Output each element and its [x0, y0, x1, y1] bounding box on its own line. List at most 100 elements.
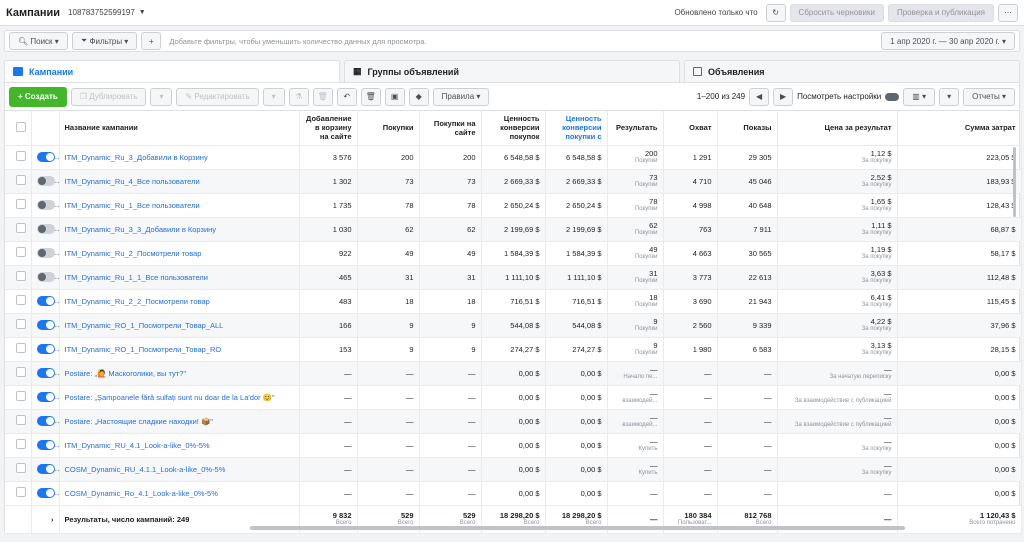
table-row[interactable]: Postare: „Настоящие сладкие находки! 📦" —…	[5, 409, 1022, 434]
filter-hint[interactable]: Добавьте фильтры, чтобы уменьшить количе…	[169, 37, 426, 46]
table-row[interactable]: ITM_Dynamic_Ru_2_Посмотрели товар 922 49 49…	[5, 241, 1022, 266]
col-purchases[interactable]: Покупки	[357, 111, 420, 146]
reset-drafts-button[interactable]: Сбросить черновики	[789, 3, 884, 22]
campaign-toggle[interactable]	[36, 272, 55, 282]
row-checkbox[interactable]	[15, 151, 26, 161]
row-checkbox[interactable]	[15, 343, 26, 353]
col-purchase-conv-value-sorted[interactable]: Ценность конверсии покупки с	[545, 111, 608, 146]
campaign-toggle[interactable]	[36, 224, 55, 234]
campaign-name[interactable]: ITM_Dynamic_RU_4.1_Look-a-like_0%-5%	[59, 433, 300, 458]
campaign-name[interactable]: ITM_Dynamic_Ru_1_1_Все пользователи	[59, 265, 300, 290]
campaign-toggle[interactable]	[36, 464, 55, 474]
table-row[interactable]: COSM_Dynamic_RU_4.1.1_Look-a-like_0%-5% —…	[5, 457, 1022, 482]
duplicate-button[interactable]: ❐ Дублировать	[70, 87, 147, 106]
table-row[interactable]: Postare: „🙋 Маскоголики, вы тут?" — — —0,00…	[5, 361, 1022, 386]
ab-test-button[interactable]: ⚗	[288, 87, 309, 106]
row-checkbox[interactable]	[15, 367, 26, 377]
account-selector[interactable]: 108783752599197	[68, 8, 135, 17]
horizontal-scrollbar[interactable]	[250, 526, 905, 530]
tab-campaigns[interactable]: Кампании	[4, 60, 340, 82]
row-checkbox[interactable]	[15, 439, 26, 449]
campaign-name[interactable]: ITM_Dynamic_Ru_3_3_Добавили в Корзину	[59, 217, 300, 242]
campaign-toggle[interactable]	[36, 296, 55, 306]
add-filter-button[interactable]: +	[141, 32, 162, 50]
breakdown-button[interactable]: ▾	[939, 87, 960, 106]
delete-button[interactable]: 🗑︎	[312, 87, 333, 106]
row-checkbox[interactable]	[15, 199, 26, 209]
table-row[interactable]: ITM_Dynamic_Ru_1_Все пользователи 1 735 78…	[5, 193, 1022, 218]
edit-button[interactable]: ✎ Редактировать	[176, 87, 259, 106]
create-button[interactable]: + Создать	[9, 86, 67, 107]
chevron-down-icon[interactable]: ▼	[139, 9, 146, 16]
campaign-toggle[interactable]	[36, 488, 55, 498]
review-publish-button[interactable]: Проверка и публикация	[887, 3, 994, 22]
duplicate-dropdown[interactable]: ▾	[150, 87, 173, 106]
table-row[interactable]: ITM_Dynamic_Ru_4_Все пользователи 1 302 73…	[5, 169, 1022, 194]
campaign-toggle[interactable]	[36, 392, 55, 402]
table-row[interactable]: ITM_Dynamic_RO_1_Посмотрели_Товар_ALL 166…	[5, 313, 1022, 338]
campaign-toggle[interactable]	[36, 440, 55, 450]
row-checkbox[interactable]	[15, 391, 26, 401]
table-row[interactable]: ITM_Dynamic_Ru_1_1_Все пользователи 465 31…	[5, 265, 1022, 290]
campaign-name[interactable]: COSM_Dynamic_RU_4.1.1_Look-a-like_0%-5%	[59, 457, 300, 482]
campaign-toggle[interactable]	[36, 248, 55, 258]
refresh-button[interactable]: ↻	[765, 3, 786, 22]
more-button[interactable]: ⋯	[998, 3, 1018, 22]
table-row[interactable]: ITM_Dynamic_Ru_3_Добавили в Корзину 3 576…	[5, 145, 1022, 170]
col-campaign-name[interactable]: Название кампании	[59, 111, 300, 146]
col-add-to-cart[interactable]: Добавление в корзину на сайте	[299, 111, 358, 146]
row-checkbox[interactable]	[15, 415, 26, 425]
row-checkbox[interactable]	[15, 271, 26, 281]
row-checkbox[interactable]	[15, 463, 26, 473]
row-checkbox[interactable]	[15, 487, 26, 497]
campaign-name[interactable]: ITM_Dynamic_Ru_1_Все пользователи	[59, 193, 300, 218]
campaign-name[interactable]: Postare: „Настоящие сладкие находки! 📦"	[59, 409, 300, 434]
campaign-name[interactable]: ITM_Dynamic_Ru_2_2_Посмотрели товар	[59, 289, 300, 314]
campaign-name[interactable]: COSM_Dynamic_Ro_4.1_Look-a-like_0%-5%	[59, 481, 300, 506]
campaign-name[interactable]: Postare: „🙋 Маскоголики, вы тут?"	[59, 361, 300, 386]
table-row[interactable]: COSM_Dynamic_Ro_4.1_Look-a-like_0%-5% — — —…	[5, 481, 1022, 506]
campaign-toggle[interactable]	[36, 176, 55, 186]
row-checkbox[interactable]	[15, 175, 26, 185]
reports-button[interactable]: Отчеты ▾	[963, 87, 1015, 106]
col-results[interactable]: Результать	[607, 111, 664, 146]
campaign-toggle[interactable]	[36, 320, 55, 330]
campaign-toggle[interactable]	[36, 368, 55, 378]
tag-button[interactable]: ◆	[408, 87, 429, 106]
columns-button[interactable]: ▥ ▾	[903, 87, 936, 106]
col-purchase-conv-value[interactable]: Ценность конверсии покупок	[481, 111, 546, 146]
campaign-name[interactable]: Postare: „Șampoanele fără sulfați sunt n…	[59, 385, 300, 410]
col-reach[interactable]: Охват	[663, 111, 718, 146]
row-checkbox[interactable]	[15, 223, 26, 233]
table-row[interactable]: ITM_Dynamic_Ru_2_2_Посмотрели товар 483 18…	[5, 289, 1022, 314]
select-all-checkbox[interactable]	[15, 121, 26, 132]
tab-ad-sets[interactable]: ▦ Группы объявлений	[344, 60, 680, 82]
col-amount-spent[interactable]: Сумма затрат	[897, 111, 1022, 146]
view-settings-toggle[interactable]	[885, 92, 900, 101]
tab-ads[interactable]: Объявления	[684, 60, 1020, 82]
col-cost-per-result[interactable]: Цена за результат	[777, 111, 898, 146]
campaign-name[interactable]: ITM_Dynamic_Ru_4_Все пользователи	[59, 169, 300, 194]
search-button[interactable]: 🔍︎ Поиск ▾	[9, 32, 68, 50]
undo-button[interactable]: ↶	[336, 87, 357, 106]
row-checkbox[interactable]	[15, 319, 26, 329]
campaign-toggle[interactable]	[36, 344, 55, 354]
table-row[interactable]: ITM_Dynamic_Ru_3_3_Добавили в Корзину 1 0…	[5, 217, 1022, 242]
table-row[interactable]: Postare: „Șampoanele fără sulfați sunt n…	[5, 385, 1022, 410]
filters-button[interactable]: ⏷ Фильтры ▾	[71, 32, 138, 50]
col-impressions[interactable]: Показы	[717, 111, 778, 146]
date-range-picker[interactable]: 1 апр 2020 г. — 30 апр 2020 г. ▾	[881, 32, 1015, 50]
vertical-scrollbar[interactable]	[1013, 147, 1016, 217]
next-page-button[interactable]: ▶	[773, 87, 794, 106]
campaign-toggle[interactable]	[36, 200, 55, 210]
edit-dropdown[interactable]: ▾	[262, 87, 285, 106]
campaign-name[interactable]: ITM_Dynamic_RO_1_Посмотрели_Товар_ALL	[59, 313, 300, 338]
campaign-toggle[interactable]	[36, 416, 55, 426]
rules-button[interactable]: Правила ▾	[432, 87, 490, 106]
campaign-name[interactable]: ITM_Dynamic_Ru_2_Посмотрели товар	[59, 241, 300, 266]
campaign-toggle[interactable]	[36, 152, 55, 162]
campaign-name[interactable]: ITM_Dynamic_RO_1_Посмотрели_Товар_RO	[59, 337, 300, 362]
trash-button[interactable]: 🗑︎	[360, 87, 381, 106]
row-checkbox[interactable]	[15, 295, 26, 305]
col-site-purchases[interactable]: Покупки на сайте	[419, 111, 482, 146]
